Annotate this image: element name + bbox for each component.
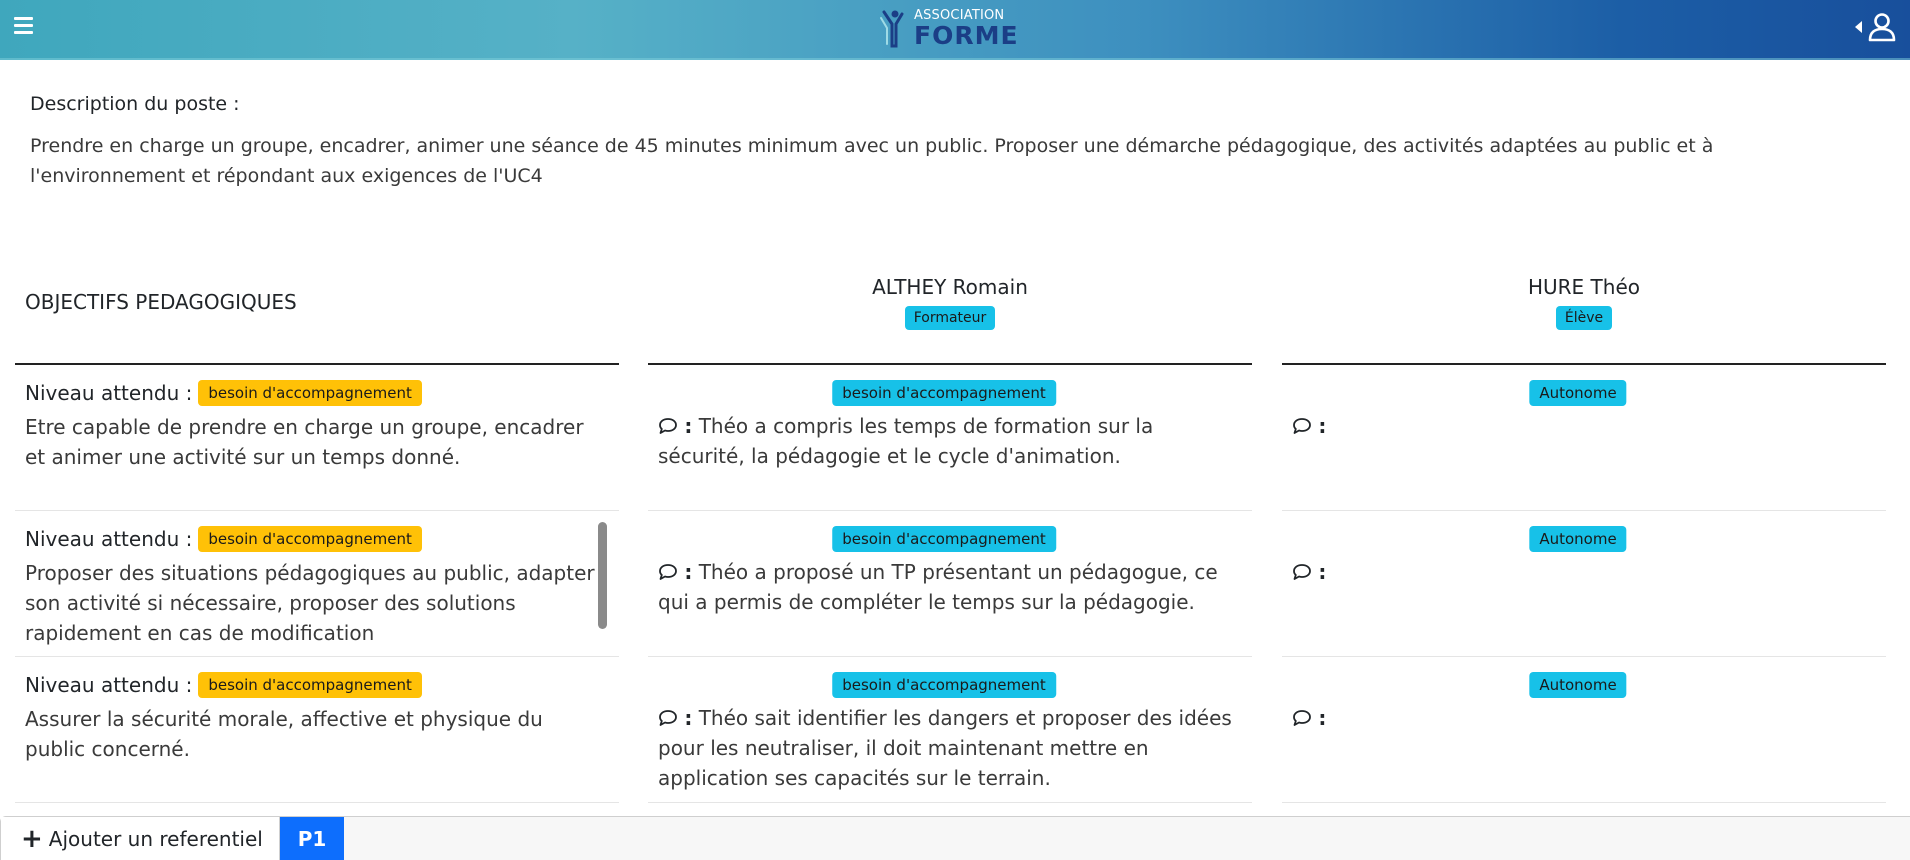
plus-icon: + — [21, 824, 43, 854]
objective-text: Assurer la sécurité morale, affective et… — [25, 707, 543, 761]
scrollbar-thumb[interactable] — [598, 522, 607, 629]
level-line: Niveau attendu : besoin d'accompagnement — [25, 526, 422, 552]
referential-tabs-bar: + Ajouter un referentiel P1 — [0, 816, 1910, 860]
trainer-name: ALTHEY Romain — [872, 275, 1028, 299]
row-divider — [1282, 510, 1886, 511]
student-level-badge[interactable]: Autonome — [1529, 380, 1627, 406]
row-divider — [15, 802, 619, 803]
comment-icon — [659, 710, 677, 726]
comment-prefix: : — [1318, 414, 1327, 438]
comment-icon — [1293, 418, 1311, 434]
comment-prefix: : — [1318, 560, 1327, 584]
trainer-comment: : Théo sait identifier les dangers et pr… — [658, 703, 1238, 793]
student-column-header: HURE Théo Élève — [1282, 275, 1886, 330]
comment-icon — [1293, 710, 1311, 726]
comment-prefix: : — [684, 560, 693, 584]
level-badge: besoin d'accompagnement — [198, 526, 422, 552]
caret-left-icon — [1855, 21, 1862, 33]
student-level-badge[interactable]: Autonome — [1529, 526, 1627, 552]
level-badge: besoin d'accompagnement — [198, 672, 422, 698]
row-divider — [15, 510, 619, 511]
trainer-column-header: ALTHEY Romain Formateur — [648, 275, 1252, 330]
row-divider — [648, 802, 1252, 803]
user-icon[interactable] — [1868, 12, 1896, 42]
comment-prefix: : — [684, 706, 693, 730]
logo-figure-icon — [880, 10, 904, 48]
column-divider — [648, 363, 1252, 365]
comment-icon — [659, 418, 677, 434]
trainer-comment: : Théo a compris les temps de formation … — [658, 411, 1238, 471]
tab-p1[interactable]: P1 — [280, 817, 344, 860]
row-divider — [1282, 656, 1886, 657]
logo-small-text: ASSOCIATION — [914, 7, 1005, 23]
row-divider — [15, 656, 619, 657]
comment-prefix: : — [1318, 706, 1327, 730]
level-label: Niveau attendu : — [25, 381, 193, 405]
add-referential-button[interactable]: + Ajouter un referentiel — [1, 817, 280, 860]
association-logo[interactable]: ASSOCIATION FORME — [878, 8, 1019, 48]
description-title: Description du poste : — [30, 93, 240, 115]
row-divider — [648, 510, 1252, 511]
student-comment: : — [1292, 411, 1872, 441]
trainer-level-badge[interactable]: besoin d'accompagnement — [832, 526, 1056, 552]
logo-big-text: FORME — [914, 20, 1019, 50]
top-navbar: ASSOCIATION FORME — [0, 0, 1910, 60]
add-referential-label: Ajouter un referentiel — [48, 827, 263, 851]
objective-text: Etre capable de prendre en charge un gro… — [25, 415, 584, 469]
trainer-level-badge[interactable]: besoin d'accompagnement — [832, 380, 1056, 406]
column-divider — [15, 363, 619, 365]
comment-text: Théo a proposé un TP présentant un pédag… — [658, 560, 1218, 614]
student-comment: : — [1292, 557, 1872, 587]
level-line: Niveau attendu : besoin d'accompagnement — [25, 672, 422, 698]
header-divider — [0, 58, 1910, 60]
level-badge: besoin d'accompagnement — [198, 380, 422, 406]
hamburger-icon[interactable] — [14, 17, 33, 34]
comment-icon — [1293, 564, 1311, 580]
description-text: Prendre en charge un groupe, encadrer, a… — [30, 135, 1714, 187]
student-comment: : — [1292, 703, 1872, 733]
objective-text: Proposer des situations pédagogiques au … — [25, 561, 595, 645]
comment-text: Théo sait identifier les dangers et prop… — [658, 706, 1232, 790]
objectives-heading: OBJECTIFS PEDAGOGIQUES — [25, 290, 297, 314]
student-name: HURE Théo — [1527, 275, 1640, 299]
comment-prefix: : — [684, 414, 693, 438]
comment-text: Théo a compris les temps de formation su… — [658, 414, 1154, 468]
comment-icon — [659, 564, 677, 580]
student-level-badge[interactable]: Autonome — [1529, 672, 1627, 698]
user-menu[interactable] — [1855, 12, 1896, 42]
row-divider — [648, 656, 1252, 657]
trainer-role-badge: Formateur — [904, 306, 996, 330]
level-line: Niveau attendu : besoin d'accompagnement — [25, 380, 422, 406]
trainer-comment: : Théo a proposé un TP présentant un péd… — [658, 557, 1238, 617]
student-role-badge: Élève — [1555, 306, 1613, 330]
trainer-level-badge[interactable]: besoin d'accompagnement — [832, 672, 1056, 698]
level-label: Niveau attendu : — [25, 673, 193, 697]
row-divider — [1282, 802, 1886, 803]
level-label: Niveau attendu : — [25, 527, 193, 551]
column-divider — [1282, 363, 1886, 365]
